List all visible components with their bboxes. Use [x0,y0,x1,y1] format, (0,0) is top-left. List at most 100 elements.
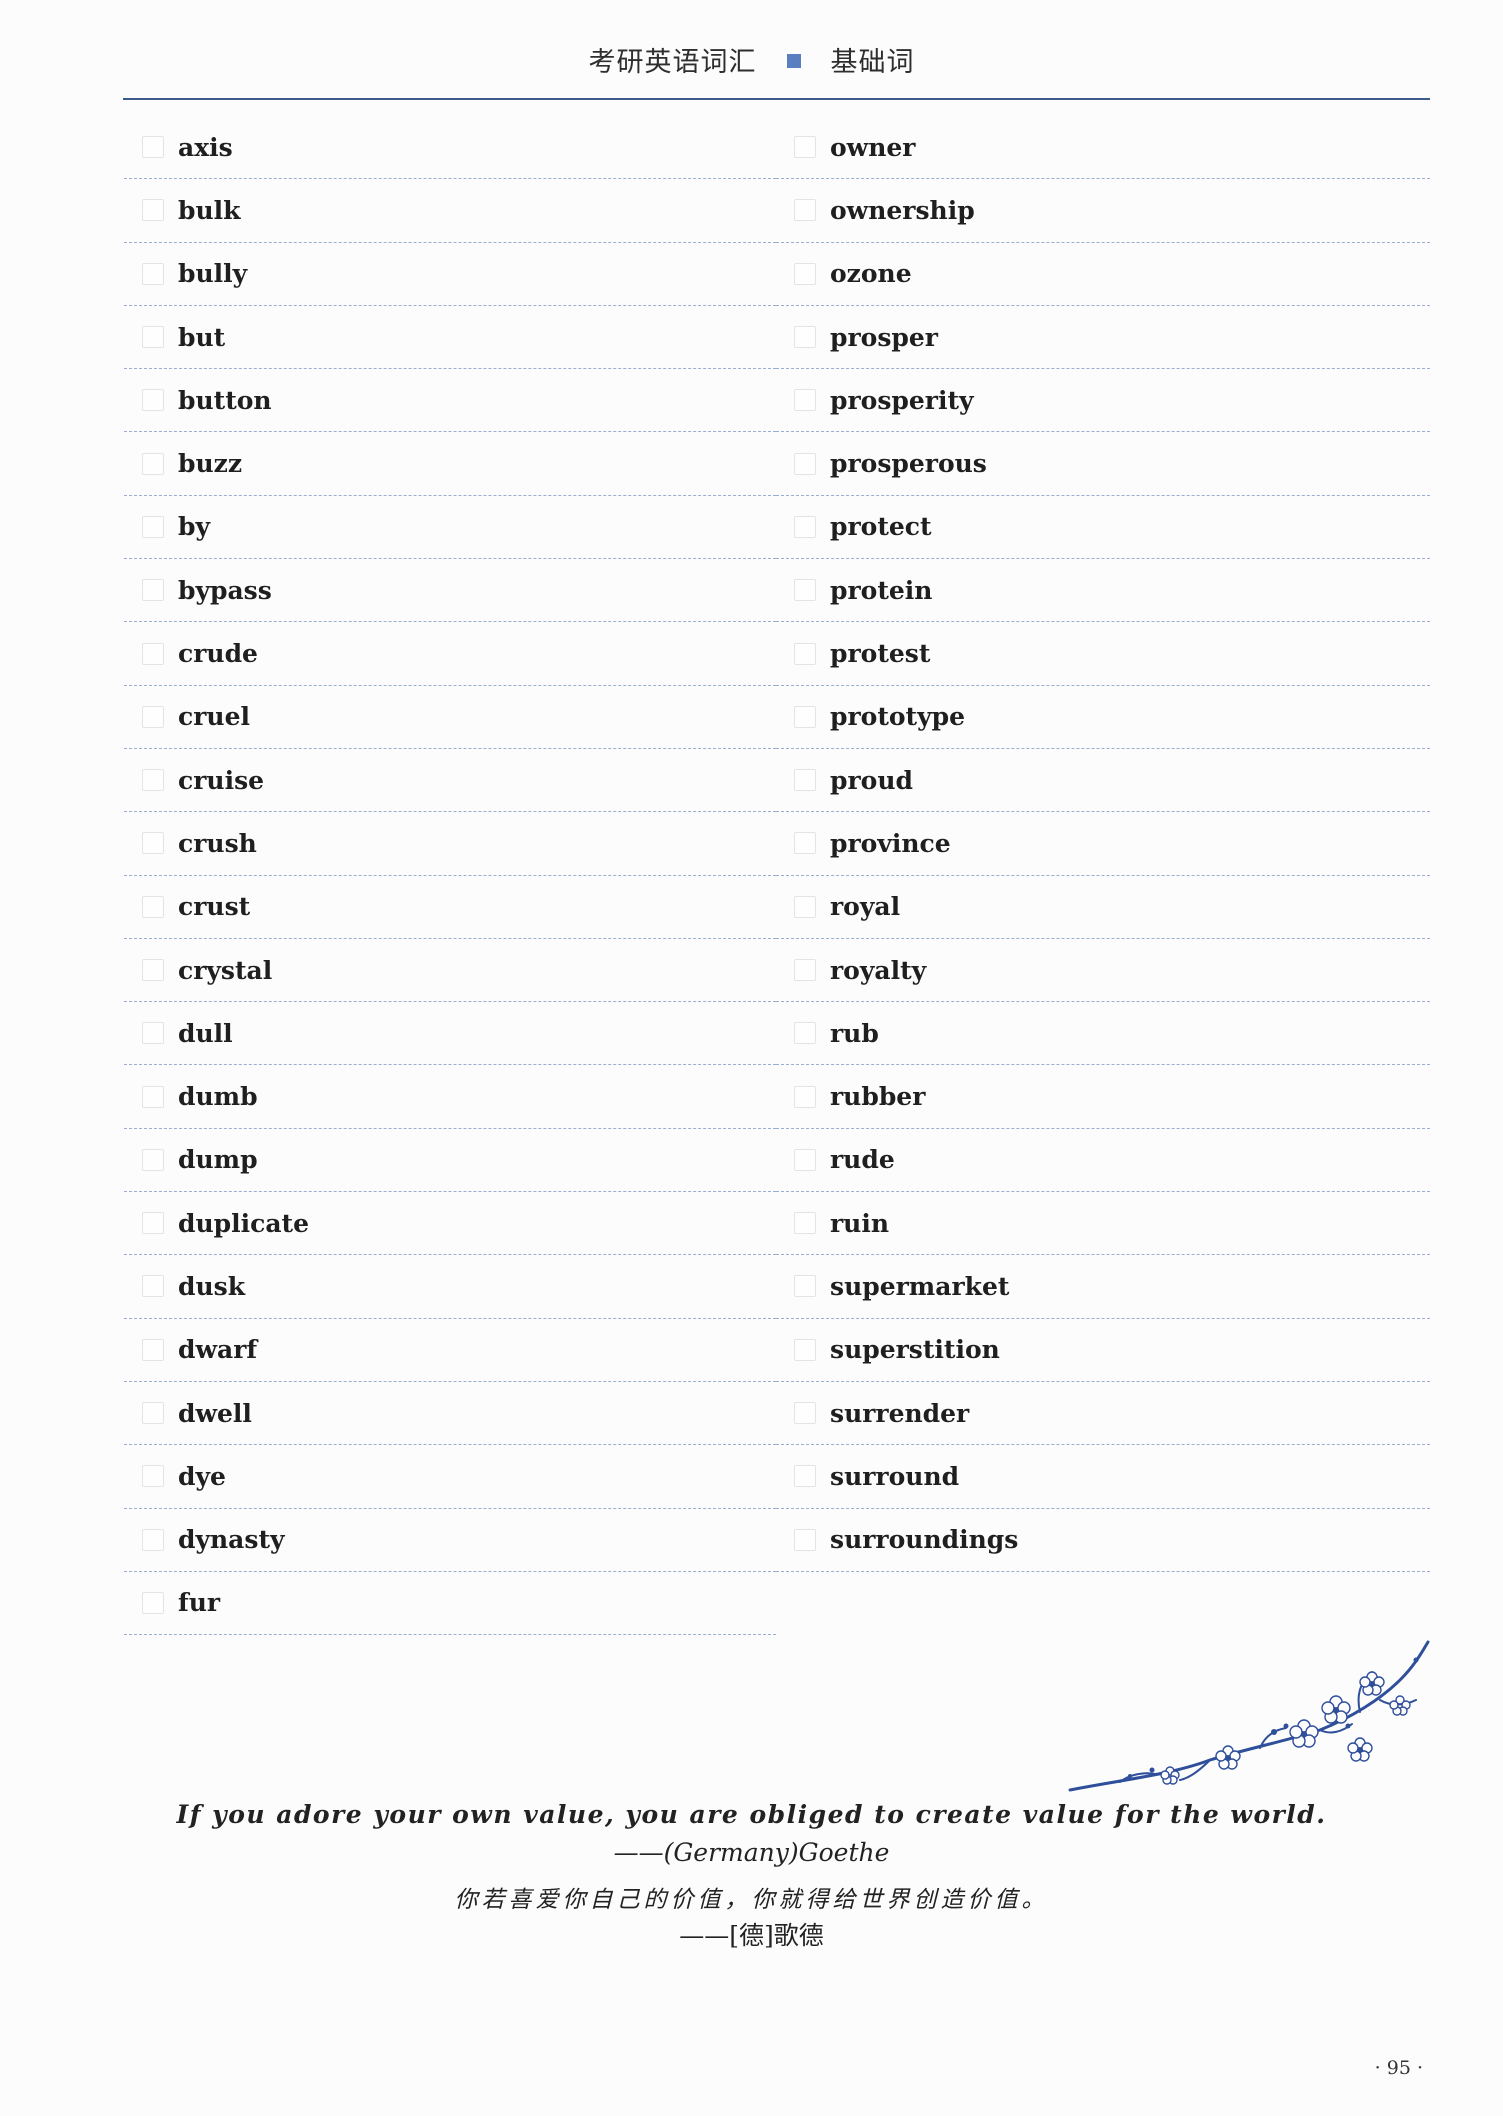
vocab-row: crust [124,876,776,939]
vocab-word: dusk [178,1271,246,1301]
vocab-row: button [124,369,776,433]
vocab-row: buzz [124,432,776,496]
vocab-word: ownership [830,195,975,225]
checkbox[interactable] [794,452,816,475]
checkbox[interactable] [142,832,164,855]
vocab-word: but [178,322,226,352]
vocab-row: rude [776,1129,1430,1193]
checkbox[interactable] [142,579,164,602]
checkbox[interactable] [142,326,164,349]
checkbox[interactable] [142,515,164,538]
vocab-word: prototype [830,702,966,732]
vocab-word: superstition [830,1335,1000,1365]
book-title: 考研英语词汇 [588,47,757,78]
checkbox[interactable] [794,389,816,412]
checkbox[interactable] [142,199,164,222]
vocab-word: fur [178,1588,221,1618]
quote-author-english: ——(Germany)Goethe [613,1838,890,1867]
checkbox[interactable] [794,1022,816,1045]
checkbox[interactable] [794,1148,816,1171]
checkbox[interactable] [794,515,816,538]
vocab-word: protein [830,575,933,605]
checkbox[interactable] [142,136,164,159]
page-header: 考研英语词汇 基础词 [0,40,1503,79]
checkbox[interactable] [142,1275,164,1298]
vocab-word: dwarf [178,1335,258,1365]
checkbox[interactable] [142,895,164,918]
checkbox[interactable] [142,1591,164,1614]
vocab-row: by [124,496,776,560]
checkbox[interactable] [142,1402,164,1425]
checkbox[interactable] [142,1465,164,1488]
vocab-row: protect [776,496,1430,560]
vocab-word: ruin [830,1208,890,1238]
checkbox[interactable] [794,199,816,222]
vocab-word: dumb [178,1082,258,1112]
vocab-row: cruise [124,749,776,813]
vocab-row: crush [124,812,776,876]
vocab-word: protect [830,512,932,542]
checkbox[interactable] [142,452,164,475]
vocab-row: fur [124,1572,776,1636]
vocab-row: province [776,812,1430,876]
vocab-column-right: owner ownership ozone prosper prosperity pros… [776,116,1430,1572]
vocab-row: proud [776,749,1430,813]
vocab-word: ozone [830,259,912,289]
vocab-word: surrender [830,1398,970,1428]
vocab-row: bypass [124,559,776,623]
checkbox[interactable] [794,1275,816,1298]
header-rule [123,98,1430,100]
vocab-word: rub [830,1018,879,1048]
checkbox[interactable] [142,1148,164,1171]
vocab-row: dwarf [124,1319,776,1382]
checkbox[interactable] [142,1338,164,1361]
checkbox[interactable] [794,642,816,665]
vocab-row: ownership [776,179,1430,243]
vocab-word: rude [830,1145,895,1175]
checkbox[interactable] [794,326,816,349]
checkbox[interactable] [794,832,816,855]
vocab-word: protest [830,639,931,669]
vocab-word: prosper [830,322,938,352]
checkbox[interactable] [794,895,816,918]
checkbox[interactable] [142,1085,164,1108]
checkbox[interactable] [142,642,164,665]
vocab-row: crude [124,622,776,686]
header-square-marker [786,53,801,68]
vocab-word: royalty [830,955,927,985]
checkbox[interactable] [142,1528,164,1551]
checkbox[interactable] [794,1402,816,1425]
vocab-row: dull [124,1002,776,1066]
vocab-row: royalty [776,939,1430,1003]
checkbox[interactable] [794,136,816,159]
checkbox[interactable] [142,389,164,412]
checkbox[interactable] [794,262,816,285]
checkbox[interactable] [794,769,816,792]
vocab-word: dwell [178,1398,252,1428]
checkbox[interactable] [142,959,164,981]
vocab-word: supermarket [830,1271,1010,1301]
vocab-row: prosperous [776,432,1430,496]
checkbox[interactable] [794,579,816,602]
checkbox[interactable] [794,1085,816,1108]
checkbox[interactable] [794,959,816,981]
vocab-word: province [830,828,951,858]
checkbox[interactable] [142,262,164,285]
vocab-row: protein [776,559,1430,623]
checkbox[interactable] [142,1212,164,1235]
vocab-word: bully [178,259,248,289]
checkbox[interactable] [142,769,164,792]
checkbox[interactable] [142,705,164,728]
checkbox[interactable] [794,1338,816,1361]
vocab-word: duplicate [178,1208,310,1238]
checkbox[interactable] [794,1465,816,1488]
vocab-row: royal [776,876,1430,939]
checkbox[interactable] [794,705,816,728]
vocab-word: surround [830,1461,960,1491]
vocab-row: rubber [776,1065,1430,1129]
checkbox[interactable] [794,1212,816,1235]
checkbox[interactable] [142,1022,164,1045]
vocab-word: owner [830,132,916,162]
checkbox[interactable] [794,1528,816,1551]
vocab-row: surrender [776,1382,1430,1446]
